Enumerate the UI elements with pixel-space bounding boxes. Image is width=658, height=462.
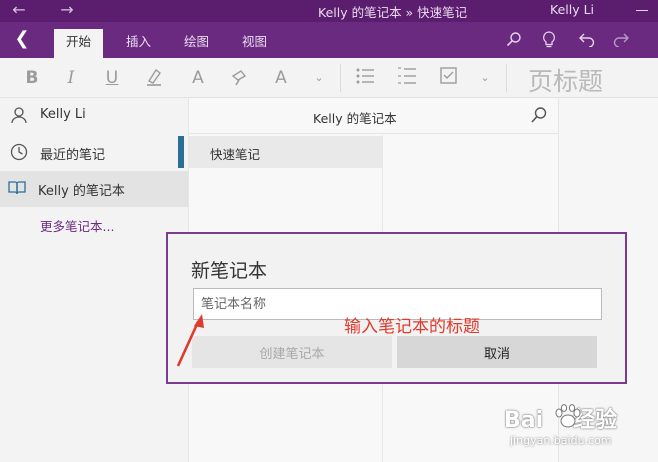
person-icon (9, 106, 29, 126)
bullet-list-icon[interactable] (354, 67, 376, 89)
user-name[interactable]: Kelly Li (550, 2, 594, 17)
nav-item-label: Kelly Li (40, 107, 86, 122)
notebook-nav-pane: Kelly Li 最近的笔记 Kelly 的笔记本 更多笔记本... (0, 98, 188, 462)
notebook-title: Kelly 的笔记本 (313, 111, 397, 126)
annotation-arrow (176, 314, 204, 367)
page-title-placeholder[interactable]: 页标题 (528, 62, 603, 98)
italic-button[interactable]: I (60, 67, 82, 89)
tab-home[interactable]: 开始 (54, 29, 104, 58)
checkbox-icon[interactable] (438, 67, 460, 89)
highlighter-icon[interactable] (143, 67, 165, 89)
annotation-text: 输入笔记本的标题 (344, 317, 480, 337)
nav-item-label: 最近的笔记 (40, 148, 106, 163)
nav-item-label: Kelly 的笔记本 (38, 184, 125, 199)
arrow-left-icon[interactable]: ← (8, 0, 30, 22)
toolbar-divider (340, 64, 341, 92)
cancel-button[interactable]: 取消 (397, 336, 597, 368)
chevron-down-icon[interactable]: ⌄ (474, 67, 496, 89)
chevron-down-icon[interactable]: ⌄ (308, 67, 330, 89)
new-notebook-dialog: 新笔记本 创建笔记本 取消 (166, 232, 627, 384)
clear-format-button[interactable]: A (270, 67, 292, 89)
lightbulb-icon[interactable] (540, 31, 558, 49)
undo-icon[interactable] (578, 31, 596, 49)
font-color-button[interactable]: A (187, 67, 209, 89)
tab-insert[interactable]: 插入 (114, 29, 163, 58)
section-color-tab (178, 136, 184, 168)
tab-view[interactable]: 视图 (230, 29, 279, 58)
nav-item-notebook[interactable]: Kelly 的笔记本 (0, 171, 188, 207)
title-bar: ← → Kelly 的笔记本 » 快速笔记 Kelly Li (0, 0, 658, 22)
bold-button[interactable]: B (21, 67, 43, 89)
more-notebooks-link[interactable]: 更多笔记本... (40, 216, 114, 235)
tab-draw[interactable]: 绘图 (172, 29, 221, 58)
sections-header: Kelly 的笔记本 (189, 98, 559, 134)
minimize-icon[interactable] (636, 10, 648, 11)
toolbar-divider (506, 64, 507, 92)
nav-item-account[interactable]: Kelly Li (0, 98, 188, 134)
nav-item-recent[interactable]: 最近的笔记 (0, 135, 188, 171)
dialog-title: 新笔记本 (191, 260, 268, 282)
watermark-url: jingyan.baidu.com (510, 434, 612, 447)
clock-icon (9, 143, 29, 163)
window-title: Kelly 的笔记本 » 快速笔记 (318, 5, 468, 20)
ribbon-tab-bar: ❮ 开始 插入 绘图 视图 (0, 22, 658, 58)
search-icon[interactable] (505, 31, 523, 49)
formatting-toolbar: B I U A A ⌄ ⌄ 页标题 (0, 58, 658, 98)
underline-button[interactable]: U (101, 67, 123, 89)
arrow-right-icon[interactable]: → (56, 0, 78, 22)
create-notebook-button[interactable]: 创建笔记本 (192, 336, 392, 368)
section-label: 快速笔记 (210, 147, 261, 162)
redo-icon[interactable] (612, 31, 630, 49)
paw-icon (555, 404, 581, 428)
search-icon[interactable] (529, 106, 549, 126)
section-item-quick-notes[interactable]: 快速笔记 (178, 136, 382, 168)
watermark-brand-a: Bai (504, 408, 544, 433)
format-painter-icon[interactable] (229, 67, 251, 89)
numbered-list-icon[interactable] (396, 67, 418, 89)
notebook-icon (7, 179, 27, 199)
baidu-watermark: Bai 经验 jingyan.baidu.com (498, 400, 658, 460)
back-icon[interactable]: ❮ (12, 29, 32, 49)
